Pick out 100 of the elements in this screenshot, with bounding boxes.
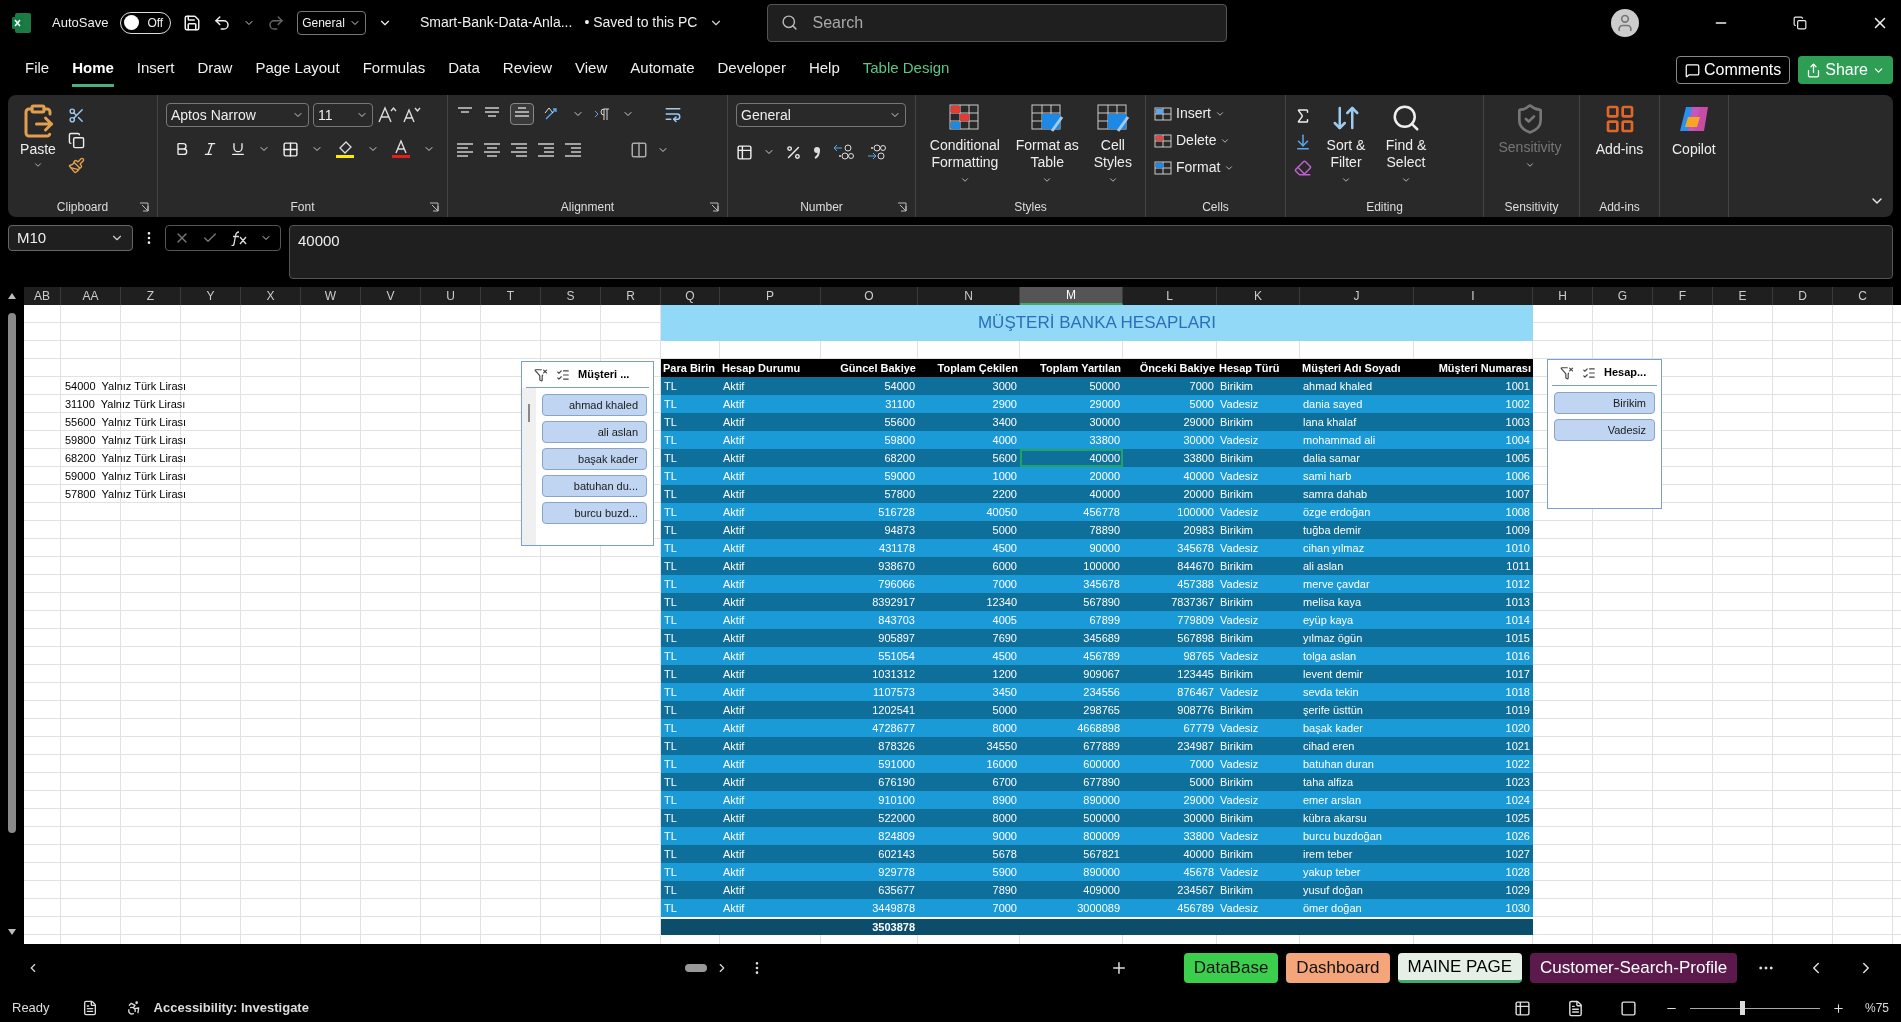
dialog-launcher-icon[interactable] [429,202,439,212]
borders-icon[interactable] [282,140,299,158]
save-icon[interactable] [183,13,202,32]
clear-filter-icon[interactable] [1560,365,1574,380]
zoom-in-icon[interactable] [1831,1001,1845,1015]
align-right-icon[interactable] [510,142,528,158]
save-status[interactable]: • Saved to this PC [584,12,698,33]
restore-icon[interactable] [1793,15,1807,30]
column-header[interactable]: R [601,287,661,305]
style-dropdown[interactable]: General [297,10,366,35]
column-heading[interactable]: Hesap Türü [1217,359,1300,377]
sheet-tab[interactable]: Dashboard [1286,953,1390,983]
ribbon-tab[interactable]: Home [72,53,114,87]
ribbon-tab[interactable]: Page Layout [255,53,340,87]
styles-button[interactable]: Conditional Formatting [924,103,1006,185]
column-header[interactable]: N [918,287,1020,305]
slicer-item[interactable]: başak kader [542,448,647,470]
column-header[interactable]: AB [24,287,61,305]
cells-button[interactable]: Format [1154,157,1235,178]
dialog-launcher-icon[interactable] [897,202,907,212]
column-header[interactable]: D [1773,287,1833,305]
wrap-text-icon[interactable] [664,105,682,123]
slicer-item[interactable]: Vadesiz [1554,419,1655,441]
column-header[interactable]: K [1217,287,1300,305]
cells-button[interactable]: Delete [1154,130,1235,151]
slicer-item[interactable]: Birikim [1554,392,1655,414]
column-heading[interactable]: Müşteri Adı Soyadı [1300,359,1414,377]
ribbon-tab[interactable]: Developer [717,53,786,87]
column-header[interactable]: H [1533,287,1593,305]
column-header[interactable]: O [821,287,918,305]
page-layout-view-icon[interactable] [1566,999,1584,1017]
slicer-item[interactable]: batuhan du... [542,475,647,497]
column-header[interactable]: J [1300,287,1414,305]
ribbon-tab[interactable]: Help [808,53,840,87]
vertical-scrollbar[interactable] [8,313,16,833]
ribbon-tab[interactable]: Review [502,53,553,87]
column-heading[interactable]: Toplam Yartılan [1020,359,1123,377]
zoom-level[interactable]: %75 [1864,999,1889,1017]
styles-button[interactable]: Cell Styles [1088,103,1137,185]
ribbon-tab[interactable]: Draw [197,53,233,87]
accessibility-status[interactable]: Accessibility: Investigate [153,998,309,1018]
zoom-slider[interactable] [1689,1001,1820,1015]
percent-icon[interactable] [785,143,802,161]
slicer-scrollbar[interactable] [528,404,530,422]
column-header[interactable]: T [481,287,541,305]
column-header[interactable]: M [1020,287,1123,305]
page-break-view-icon[interactable] [1619,999,1637,1017]
column-heading[interactable]: Hesap Durumu [720,359,821,377]
column-header[interactable]: I [1414,287,1533,305]
column-header[interactable]: V [361,287,421,305]
column-header[interactable]: Z [121,287,181,305]
sheet-tab[interactable]: Customer-Search-Profile [1530,953,1738,983]
scroll-up-icon[interactable] [7,292,17,300]
formula-input[interactable]: 40000 [289,225,1893,279]
italic-icon[interactable] [202,141,218,157]
font-name-dropdown[interactable]: Aptos Narrow [166,103,309,127]
column-header[interactable]: F [1653,287,1713,305]
increase-indent-icon[interactable] [537,142,555,158]
sheet-tab[interactable]: MAINE PAGE [1397,953,1523,983]
column-header[interactable]: P [720,287,821,305]
column-header[interactable]: Y [181,287,241,305]
paste-button[interactable]: Paste [16,103,60,170]
font-color-icon[interactable] [391,139,411,159]
comments-button[interactable]: Comments [1675,56,1791,84]
column-header[interactable]: X [241,287,301,305]
slicer-item[interactable]: burcu buzd... [542,502,647,524]
column-header[interactable]: E [1713,287,1773,305]
clear-icon[interactable] [1294,159,1312,177]
sort-filter-button[interactable]: Sort & Filter [1320,103,1372,185]
column-heading[interactable]: Önceki Bakiye [1123,359,1217,377]
styles-button[interactable]: Format as Table [1013,103,1081,185]
grow-font-icon[interactable] [377,106,397,124]
shrink-font-icon[interactable] [401,106,421,124]
macro-recorder-icon[interactable] [81,1000,98,1016]
column-header[interactable]: AA [61,287,121,305]
file-name[interactable]: Smart-Bank-Data-Anla... [419,12,573,33]
column-header[interactable]: G [1593,287,1653,305]
ribbon-tab[interactable]: Formulas [362,53,426,87]
ribbon-tab[interactable]: View [575,53,608,87]
column-header[interactable]: C [1833,287,1893,305]
undo-icon[interactable] [213,13,232,32]
find-select-button[interactable]: Find & Select [1380,103,1432,185]
copilot-button[interactable]: Copilot [1672,103,1716,160]
decrease-indent-icon[interactable] [564,142,582,158]
copy-icon[interactable] [68,132,85,149]
name-box[interactable]: M10 [8,225,133,251]
scroll-down-icon[interactable] [7,928,17,936]
ribbon-tab[interactable]: Data [448,53,480,87]
number-format-dropdown[interactable]: General [736,103,906,127]
fill-color-icon[interactable] [335,139,355,159]
search-field[interactable]: Search [767,3,1228,42]
column-heading[interactable]: Müşteri Numarası [1414,359,1533,377]
dialog-launcher-icon[interactable] [139,202,149,212]
dialog-launcher-icon[interactable] [709,202,719,212]
sheet-tab[interactable]: DataBase [1183,953,1279,983]
multi-select-icon[interactable] [1582,365,1596,380]
accessibility-icon[interactable] [125,1000,142,1016]
ribbon-tab[interactable]: Insert [136,53,175,87]
user-avatar[interactable] [1611,8,1639,37]
clear-filter-icon[interactable] [534,367,548,382]
